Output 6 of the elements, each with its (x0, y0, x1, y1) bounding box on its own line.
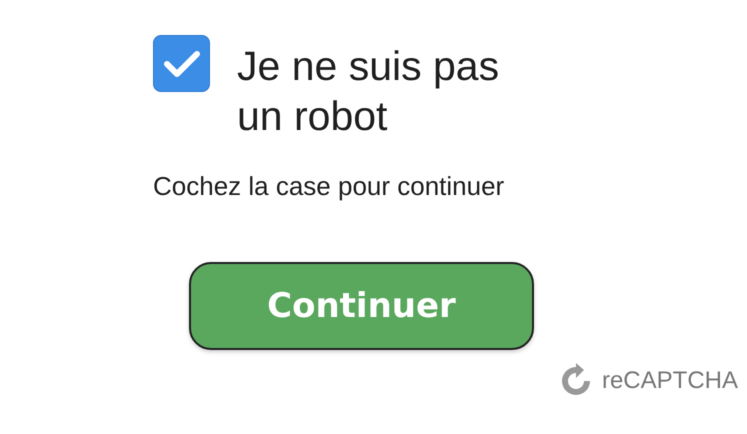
checkbox[interactable] (153, 35, 210, 92)
checkmark-icon (162, 48, 200, 78)
brand-text: reCAPTCHA (602, 367, 738, 395)
checkbox-label: Je ne suis pas un robot (237, 42, 500, 141)
instruction-text: Cochez la case pour continuer (153, 171, 506, 202)
continue-button[interactable]: Continuer (189, 262, 534, 350)
